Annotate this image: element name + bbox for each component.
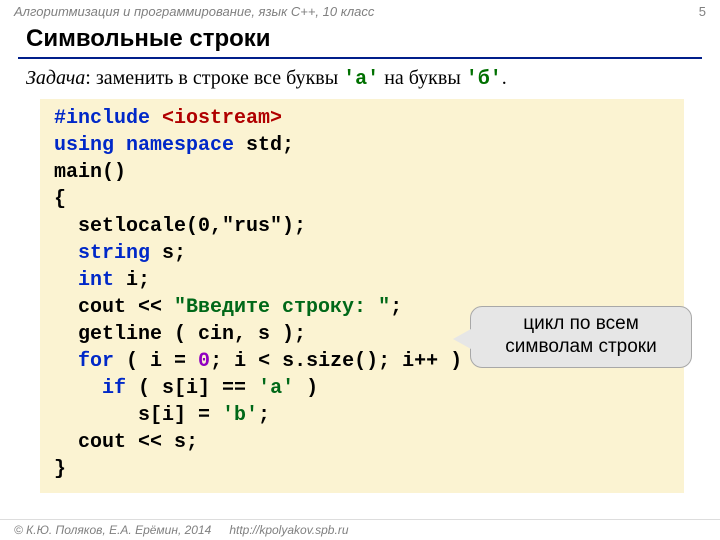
tok-if-open: ( s[i] ==: [126, 377, 258, 400]
copyright: © К.Ю. Поляков, Е.А. Ерёмин, 2014: [14, 523, 211, 537]
task-char-b: 'б': [466, 68, 502, 91]
header-bar: Алгоритмизация и программирование, язык …: [0, 0, 720, 21]
tok-string-lit: "Введите строку: ": [174, 296, 390, 319]
tok-main: main(): [54, 161, 126, 184]
page-number: 5: [699, 4, 706, 19]
tok-int-kw: int: [78, 269, 114, 292]
tok-assign-open: s[i] =: [54, 404, 222, 427]
code-block: #include <iostream> using namespace std;…: [40, 99, 684, 493]
tok-getline-args: ( cin, s );: [162, 323, 306, 346]
tok-var-s: s;: [150, 242, 186, 265]
task-statement: Задача: заменить в строке все буквы 'а' …: [0, 59, 720, 91]
tok-if-close: ): [294, 377, 318, 400]
slide-title: Символьные строки: [0, 21, 720, 53]
code-content: #include <iostream> using namespace std;…: [54, 105, 670, 483]
tok-semi2: ;: [258, 404, 270, 427]
tok-semi1: ;: [390, 296, 402, 319]
task-text-after: .: [502, 67, 507, 89]
callout-line-1: цикл по всем: [481, 313, 681, 336]
tok-zero: 0: [198, 350, 210, 373]
tok-char-a: 'а': [258, 377, 294, 400]
tok-for-kw: for: [78, 350, 114, 373]
tok-indent-10: [54, 350, 78, 373]
task-char-a: 'а': [343, 68, 379, 91]
task-text-mid: на буквы: [379, 67, 466, 89]
tok-for-open: ( i =: [114, 350, 198, 373]
tok-cout2: cout << s;: [54, 431, 198, 454]
tok-using: using namespace: [54, 134, 234, 157]
tok-string-kw: string: [78, 242, 150, 265]
task-label: Задача: [26, 67, 85, 89]
tok-cout1: cout <<: [54, 296, 174, 319]
tok-for-rest: ; i < s.size(); i++ ): [210, 350, 462, 373]
tok-std: std;: [234, 134, 294, 157]
tok-include: #include: [54, 107, 162, 130]
task-text-before: : заменить в строке все буквы: [85, 67, 343, 89]
callout-line-2: символам строки: [481, 336, 681, 359]
tok-indent-7: [54, 269, 78, 292]
tok-iostream: <iostream>: [162, 107, 282, 130]
course-title: Алгоритмизация и программирование, язык …: [14, 4, 374, 19]
tok-setlocale: setlocale(0,"rus");: [54, 215, 306, 238]
tok-indent-6: [54, 242, 78, 265]
tok-brace-open: {: [54, 188, 66, 211]
tok-var-i: i;: [114, 269, 150, 292]
tok-brace-close: }: [54, 458, 66, 481]
tok-char-b: 'b': [222, 404, 258, 427]
tok-if-kw: if: [102, 377, 126, 400]
tok-getline: getline: [54, 323, 162, 346]
footer-url: http://kpolyakov.spb.ru: [229, 523, 348, 537]
callout-bubble: цикл по всем символам строки: [470, 306, 692, 368]
footer: © К.Ю. Поляков, Е.А. Ерёмин, 2014 http:/…: [0, 519, 720, 540]
tok-indent-11: [54, 377, 102, 400]
